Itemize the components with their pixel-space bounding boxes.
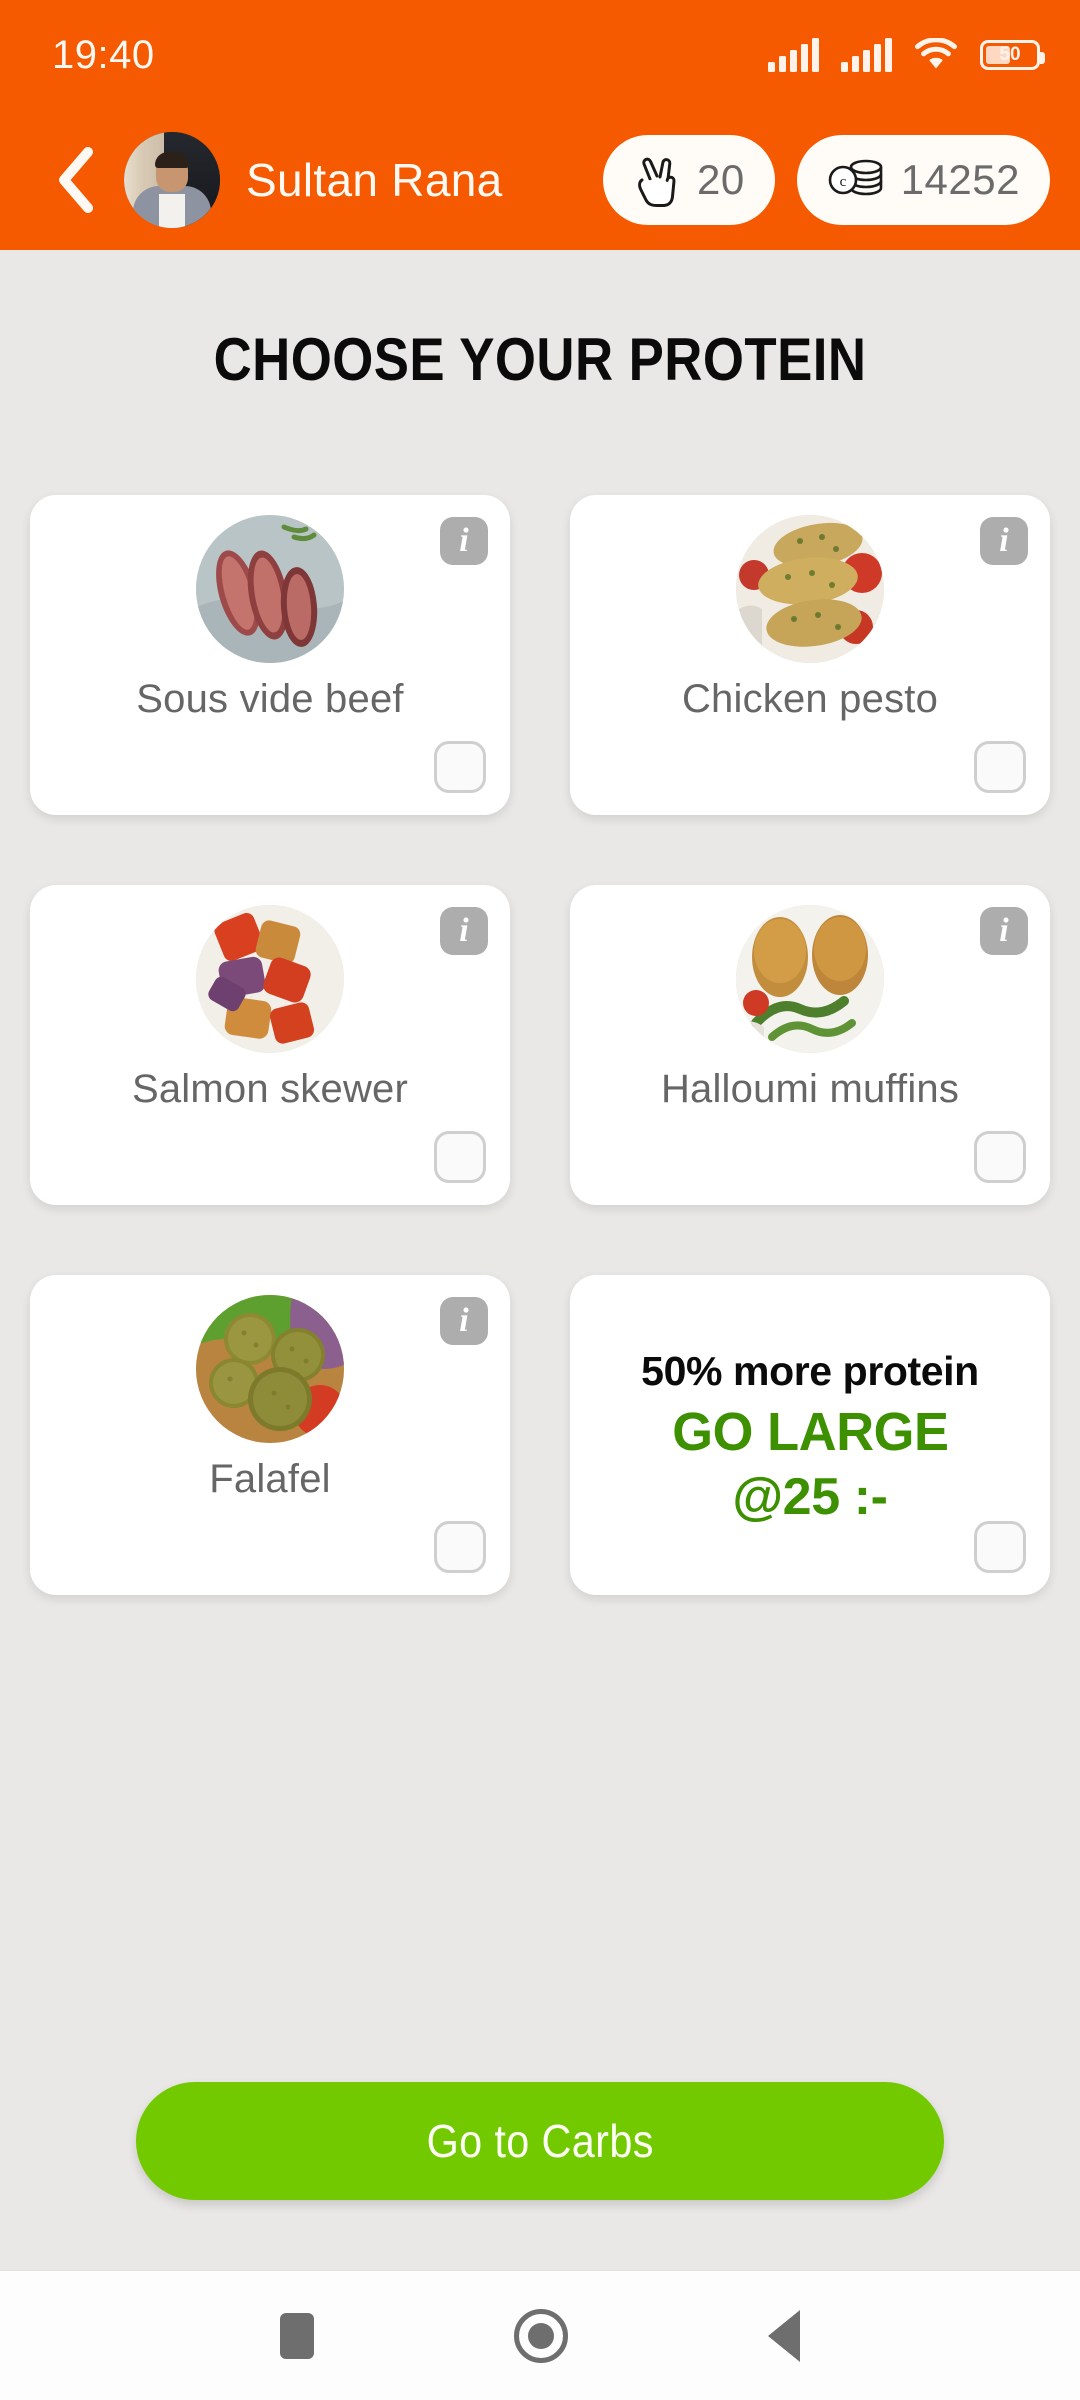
back-button[interactable] — [40, 140, 110, 220]
status-bar: 19:40 50 — [0, 0, 1080, 110]
coins-value: 14252 — [900, 156, 1020, 203]
header-chips: 20 c 14252 — [602, 135, 1050, 225]
food-thumbnail — [196, 1295, 344, 1443]
food-thumbnail — [736, 515, 884, 663]
protein-label: Sous vide beef — [136, 677, 404, 721]
info-icon[interactable]: i — [440, 1297, 488, 1345]
app-screen: 19:40 50 Sultan Rana 20 c 14252 CHOOSE Y… — [0, 0, 1080, 2400]
avatar[interactable] — [124, 132, 220, 228]
app-header: Sultan Rana 20 c 14252 — [0, 110, 1080, 250]
battery-level-text: 50 — [999, 44, 1021, 65]
coins-stack-icon: c — [828, 159, 883, 196]
signal-bars-icon — [841, 38, 892, 72]
lives-value: 20 — [696, 156, 745, 203]
protein-options-grid: Sous vide beef i Chicken pesto i Salmon … — [30, 495, 1050, 1595]
select-checkbox[interactable] — [434, 1521, 486, 1573]
peace-hand-icon — [638, 157, 676, 207]
triangle-back-icon[interactable] — [768, 2309, 800, 2362]
promo-line-3: @25 :- — [732, 1467, 888, 1526]
battery-icon: 50 — [980, 40, 1045, 70]
protein-label: Halloumi muffins — [660, 1067, 960, 1111]
wifi-icon — [914, 37, 958, 72]
promo-line-2: GO LARGE — [671, 1401, 949, 1462]
promo-card-go-large[interactable]: 50% more protein GO LARGE @25 :- — [570, 1275, 1050, 1595]
page-title: CHOOSE YOUR PROTEIN — [213, 326, 867, 393]
food-thumbnail — [196, 905, 344, 1053]
info-icon[interactable]: i — [440, 517, 488, 565]
select-checkbox[interactable] — [974, 1131, 1026, 1183]
info-icon[interactable]: i — [980, 517, 1028, 565]
go-to-carbs-button[interactable]: Go to Carbs — [136, 2082, 944, 2200]
select-checkbox[interactable] — [974, 741, 1026, 793]
select-checkbox[interactable] — [434, 741, 486, 793]
android-nav-bar — [0, 2270, 1080, 2400]
go-to-carbs-label: Go to Carbs — [426, 2115, 654, 2167]
svg-text:c: c — [839, 174, 846, 190]
protein-card-sous-vide-beef[interactable]: Sous vide beef i — [30, 495, 510, 815]
protein-card-halloumi-muffins[interactable]: Halloumi muffins i — [570, 885, 1050, 1205]
protein-label: Salmon skewer — [131, 1067, 409, 1111]
status-icon-group: 50 — [768, 37, 1045, 72]
status-clock: 19:40 — [52, 32, 155, 77]
protein-label: Falafel — [209, 1457, 331, 1501]
protein-label: Chicken pesto — [681, 677, 939, 721]
food-thumbnail — [196, 515, 344, 663]
protein-card-chicken-pesto[interactable]: Chicken pesto i — [570, 495, 1050, 815]
info-icon[interactable]: i — [980, 907, 1028, 955]
user-name: Sultan Rana — [246, 154, 503, 206]
signal-bars-icon — [768, 38, 819, 72]
lives-chip[interactable]: 20 — [602, 135, 775, 225]
select-checkbox[interactable] — [434, 1131, 486, 1183]
select-checkbox[interactable] — [974, 1521, 1026, 1573]
protein-card-salmon-skewer[interactable]: Salmon skewer i — [30, 885, 510, 1205]
circle-home-icon[interactable] — [514, 2308, 568, 2363]
square-recents-icon[interactable] — [280, 2312, 314, 2359]
protein-card-falafel[interactable]: Falafel i — [30, 1275, 510, 1595]
food-thumbnail — [736, 905, 884, 1053]
info-icon[interactable]: i — [440, 907, 488, 955]
coins-chip[interactable]: c 14252 — [796, 135, 1050, 225]
promo-line-1: 50% more protein — [641, 1347, 979, 1394]
